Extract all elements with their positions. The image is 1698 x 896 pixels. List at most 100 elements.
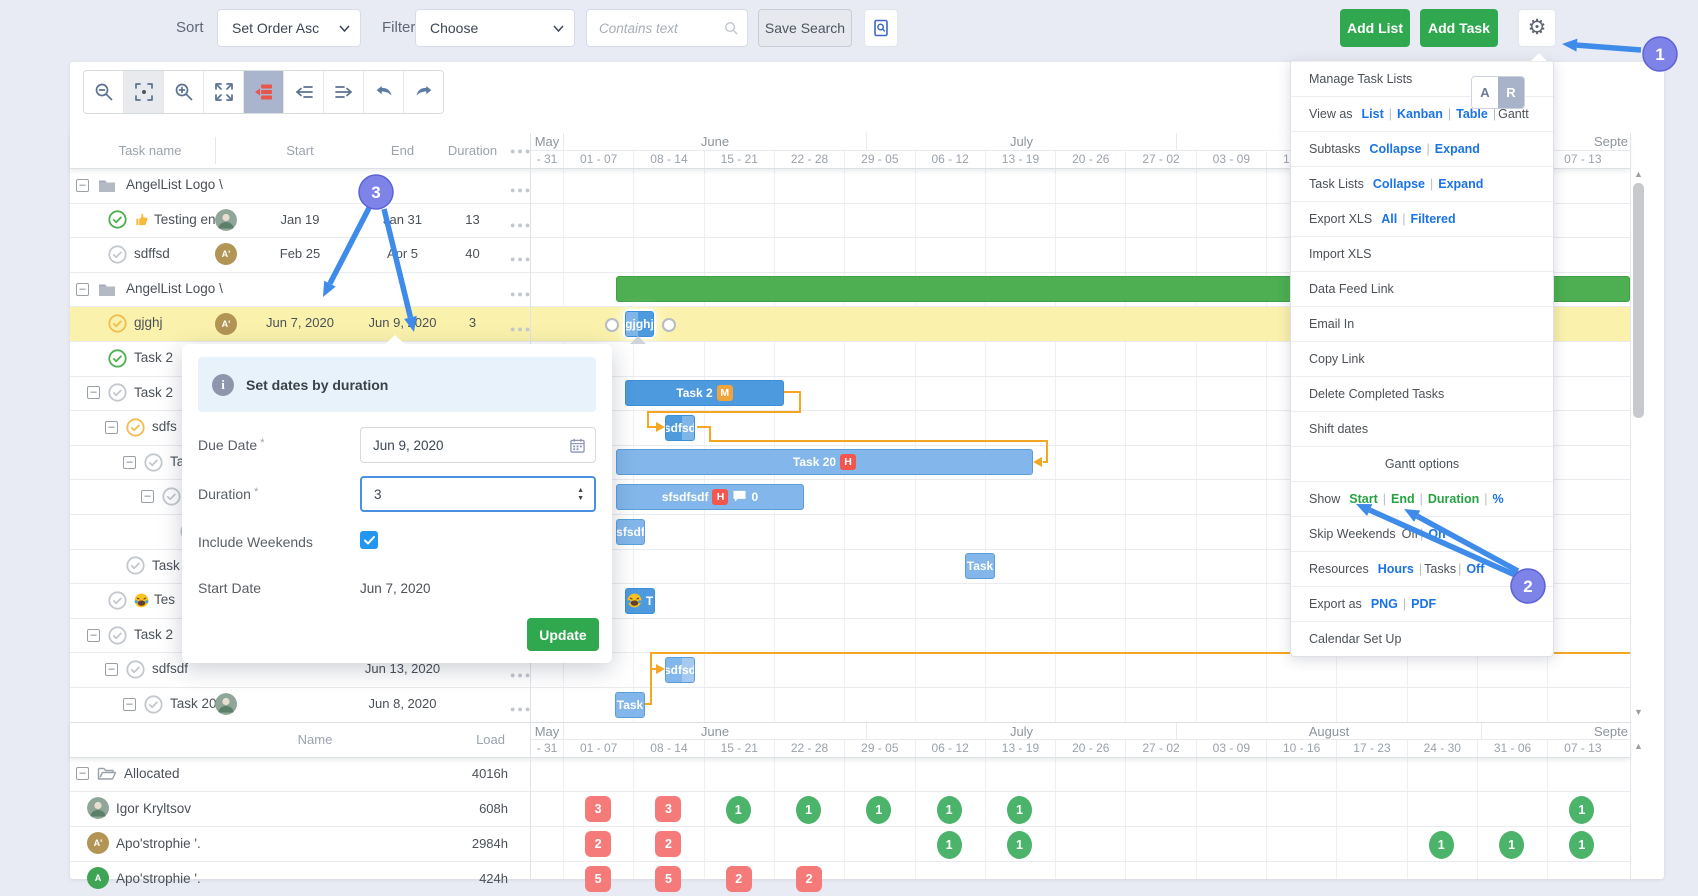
table-row[interactable]: –Task 20Jun 8, 2020●●● [70, 687, 530, 722]
menu-item-delete-completed-tasks[interactable]: Delete Completed Tasks [1291, 376, 1553, 411]
toggle-relative-button[interactable]: R [1498, 77, 1524, 108]
collapse-toggle[interactable]: – [76, 283, 89, 296]
collapse-toggle[interactable]: – [141, 490, 154, 503]
menu-option[interactable]: On [1428, 527, 1445, 541]
gantt-bar[interactable]: sdfsd [665, 657, 695, 683]
menu-item-copy-link[interactable]: Copy Link [1291, 341, 1553, 376]
menu-option[interactable]: PDF [1411, 597, 1436, 611]
menu-option[interactable]: Collapse [1369, 142, 1421, 156]
menu-option[interactable]: All [1381, 212, 1397, 226]
toggle-absolute-button[interactable]: A [1472, 77, 1498, 108]
collapse-toggle[interactable]: – [87, 386, 100, 399]
gantt-bar[interactable]: Task [615, 692, 645, 718]
dependency-handle[interactable] [605, 318, 619, 332]
menu-option[interactable]: List [1362, 107, 1384, 121]
toolbar-zoom-out-button[interactable] [84, 71, 124, 113]
menu-item-subtasks[interactable]: SubtasksCollapse|Expand [1291, 131, 1553, 166]
due-date-input[interactable]: Jun 9, 2020 [360, 427, 596, 463]
task-check-icon[interactable] [126, 556, 145, 575]
menu-item-export-as[interactable]: Export asPNG|PDF [1291, 586, 1553, 621]
collapse-toggle[interactable]: – [123, 698, 136, 711]
task-check-icon[interactable] [108, 210, 127, 229]
menu-option[interactable]: Off [1466, 562, 1484, 576]
scrollbar-thumb[interactable] [1633, 183, 1644, 418]
menu-item-calendar-set-up[interactable]: Calendar Set Up [1291, 621, 1553, 656]
table-row[interactable]: gjghjA'Jun 7, 2020Jun 9, 20203●●● [70, 306, 530, 341]
task-check-icon[interactable] [108, 314, 127, 333]
task-check-icon[interactable] [162, 487, 181, 506]
gantt-bar[interactable]: sfsdfsdfH0 [616, 484, 804, 510]
task-check-icon[interactable] [126, 418, 145, 437]
gantt-bar[interactable]: Task [965, 553, 995, 579]
menu-option[interactable]: % [1493, 492, 1504, 506]
table-row[interactable]: Testing enJan 19Jan 3113●●● [70, 203, 530, 238]
scrollbar-down-arrow[interactable]: ▼ [1634, 708, 1643, 717]
menu-option[interactable]: Duration [1428, 492, 1479, 506]
menu-option[interactable]: Table [1456, 107, 1488, 121]
gantt-bar[interactable]: Task 20H [616, 449, 1033, 475]
stepper-icon[interactable]: ▲▼ [577, 487, 584, 502]
toolbar-zoom-in-button[interactable] [164, 71, 204, 113]
toolbar-focus-button[interactable] [124, 71, 164, 113]
row-options-icon[interactable]: ●●● [510, 215, 532, 233]
gantt-bar[interactable]: T [625, 588, 655, 614]
collapse-toggle[interactable]: – [76, 767, 89, 780]
menu-option[interactable]: Expand [1435, 142, 1480, 156]
task-check-icon[interactable] [108, 626, 127, 645]
resource-row[interactable]: Igor Kryltsov608h [70, 791, 530, 826]
dependency-handle[interactable] [662, 318, 676, 332]
calendar-icon[interactable] [570, 438, 585, 453]
gantt-bar[interactable]: Task 2M [625, 380, 784, 406]
table-row[interactable]: –AngelList Logo \●●● [70, 272, 530, 307]
row-options-icon[interactable]: ●●● [510, 284, 532, 302]
toolbar-indent-button[interactable] [324, 71, 364, 113]
task-check-icon[interactable] [126, 660, 145, 679]
toolbar-critical-path-button[interactable] [244, 71, 284, 113]
scrollbar-up-arrow[interactable]: ▲ [1634, 170, 1643, 179]
toolbar-fit-screen-button[interactable] [204, 71, 244, 113]
collapse-toggle[interactable]: – [105, 421, 118, 434]
menu-option[interactable]: Collapse [1373, 177, 1425, 191]
menu-item-export-xls[interactable]: Export XLSAll|Filtered [1291, 201, 1553, 236]
row-options-icon[interactable]: ●●● [510, 180, 532, 198]
include-weekends-checkbox[interactable] [360, 531, 378, 549]
menu-item-email-in[interactable]: Email In [1291, 306, 1553, 341]
resource-row[interactable]: A'Apo'strophie '.2984h [70, 826, 530, 861]
gantt-bar[interactable]: gjghj [625, 311, 654, 337]
row-options-icon[interactable]: ●●● [510, 249, 532, 267]
gantt-bar[interactable]: sdfsd [665, 415, 695, 441]
collapse-toggle[interactable]: – [123, 456, 136, 469]
column-options-icon[interactable]: ●●● [510, 146, 532, 156]
duration-input[interactable]: 3 ▲▼ [360, 476, 596, 512]
task-check-icon[interactable] [144, 453, 163, 472]
menu-option[interactable]: PNG [1371, 597, 1398, 611]
table-row[interactable]: sdffsdA'Feb 25Apr 540●●● [70, 237, 530, 272]
table-row[interactable]: –AngelList Logo \●●● [70, 168, 530, 203]
resource-row[interactable]: –Allocated4016h [70, 756, 530, 791]
gantt-bar[interactable]: sfsdf [616, 519, 645, 545]
task-check-icon[interactable] [144, 695, 163, 714]
row-options-icon[interactable]: ●●● [510, 319, 532, 337]
task-check-icon[interactable] [108, 245, 127, 264]
task-check-icon[interactable] [108, 349, 127, 368]
scrollbar-up-arrow[interactable]: ▲ [1634, 742, 1643, 751]
menu-item-show[interactable]: ShowStart|End|Duration|% [1291, 481, 1553, 516]
menu-item-skip-weekends[interactable]: Skip WeekendsOff|On [1291, 516, 1553, 551]
row-options-icon[interactable]: ●●● [510, 699, 532, 717]
update-button[interactable]: Update [527, 618, 599, 651]
menu-option[interactable]: Expand [1438, 177, 1483, 191]
toolbar-undo-button[interactable] [364, 71, 404, 113]
collapse-toggle[interactable]: – [105, 663, 118, 676]
menu-option[interactable]: Filtered [1410, 212, 1455, 226]
task-check-icon[interactable] [108, 591, 127, 610]
menu-option[interactable]: End [1391, 492, 1415, 506]
menu-option[interactable]: Hours [1378, 562, 1414, 576]
menu-item-gantt-options[interactable]: Gantt options [1291, 446, 1553, 481]
collapse-toggle[interactable]: – [87, 629, 100, 642]
task-check-icon[interactable] [108, 383, 127, 402]
toolbar-outdent-button[interactable] [284, 71, 324, 113]
row-options-icon[interactable]: ●●● [510, 665, 532, 683]
menu-option[interactable]: Start [1349, 492, 1377, 506]
menu-option[interactable]: Kanban [1397, 107, 1443, 121]
collapse-toggle[interactable]: – [76, 179, 89, 192]
